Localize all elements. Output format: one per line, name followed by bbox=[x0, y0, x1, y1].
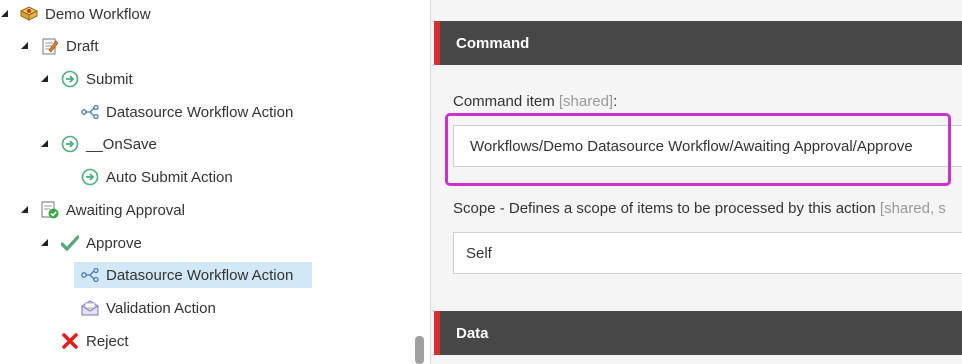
tree-item-submit[interactable]: Submit bbox=[61, 67, 133, 91]
tree-label: __OnSave bbox=[86, 135, 157, 153]
section-header-data[interactable]: Data bbox=[434, 311, 962, 355]
tree-label: Auto Submit Action bbox=[106, 168, 233, 186]
tree-label: Draft bbox=[66, 37, 99, 55]
scope-field[interactable]: Self bbox=[453, 232, 962, 274]
collapse-arrow-icon[interactable] bbox=[21, 206, 30, 215]
tree-label: Datasource Workflow Action bbox=[106, 103, 294, 121]
envelope-icon bbox=[81, 299, 99, 317]
checkmark-icon bbox=[61, 234, 79, 252]
command-arrow-icon bbox=[81, 168, 99, 186]
scope-label: Scope - Defines a scope of items to be p… bbox=[453, 200, 946, 217]
tree-item-approve[interactable]: Approve bbox=[61, 231, 142, 255]
command-arrow-icon bbox=[61, 70, 79, 88]
workflow-tree: Demo Workflow Draft Submit Datasource Wo… bbox=[0, 0, 430, 364]
highlight-annotation bbox=[445, 113, 951, 186]
collapse-arrow-icon[interactable] bbox=[41, 140, 50, 149]
content-editor: Command Command item [shared]: Workflows… bbox=[431, 0, 962, 364]
tree-item-datasource-action[interactable]: Datasource Workflow Action bbox=[81, 100, 293, 124]
tree-label: Submit bbox=[86, 70, 133, 88]
collapse-arrow-icon[interactable] bbox=[21, 42, 30, 51]
reject-x-icon bbox=[61, 332, 79, 350]
collapse-arrow-icon[interactable] bbox=[41, 75, 50, 84]
tree-label: Datasource Workflow Action bbox=[106, 266, 294, 284]
tree-item-draft[interactable]: Draft bbox=[41, 34, 99, 58]
section-title: Command bbox=[456, 34, 530, 52]
tree-scrollbar[interactable] bbox=[410, 0, 430, 364]
tree-item-reject[interactable]: Reject bbox=[61, 329, 129, 353]
section-header-command[interactable]: Command bbox=[434, 21, 962, 65]
tree-item-validation-action[interactable]: Validation Action bbox=[81, 296, 216, 320]
workflow-action-icon bbox=[81, 266, 99, 284]
edit-document-icon bbox=[41, 37, 59, 55]
workflow-icon bbox=[20, 5, 38, 23]
collapse-arrow-icon[interactable] bbox=[1, 10, 10, 19]
collapse-arrow-icon[interactable] bbox=[41, 239, 50, 248]
command-arrow-icon bbox=[61, 135, 79, 153]
tree-item-datasource-action-selected[interactable]: Datasource Workflow Action bbox=[74, 262, 312, 288]
command-item-label: Command item [shared]: bbox=[453, 93, 618, 110]
tree-label: Awaiting Approval bbox=[66, 201, 185, 219]
tree-label: Demo Workflow bbox=[45, 5, 151, 23]
approval-document-icon bbox=[41, 201, 59, 219]
scrollbar-thumb[interactable] bbox=[415, 336, 424, 364]
tree-item-onsave[interactable]: __OnSave bbox=[61, 132, 157, 156]
tree-label: Reject bbox=[86, 332, 129, 350]
workflow-action-icon bbox=[81, 103, 99, 121]
tree-label: Validation Action bbox=[106, 299, 216, 317]
tree-item-awaiting-approval[interactable]: Awaiting Approval bbox=[41, 198, 185, 222]
tree-item-auto-submit-action[interactable]: Auto Submit Action bbox=[81, 165, 233, 189]
section-title: Data bbox=[456, 324, 489, 342]
tree-label: Approve bbox=[86, 234, 142, 252]
tree-item-demo-workflow[interactable]: Demo Workflow bbox=[20, 2, 151, 26]
